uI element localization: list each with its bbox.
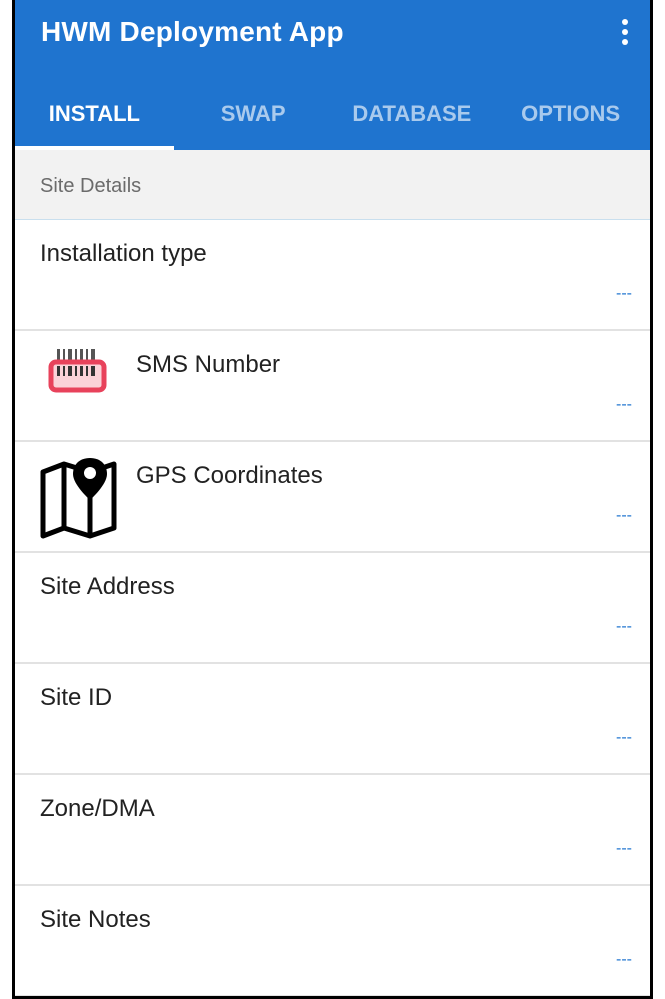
field-label: Site ID (40, 684, 113, 711)
field-label: Site Notes (40, 906, 151, 933)
barcode-scanner-icon (48, 349, 107, 393)
tab-swap[interactable]: SWAP (174, 82, 333, 150)
tab-bar: INSTALL SWAP DATABASE OPTIONS (15, 82, 650, 150)
field-site-notes[interactable]: Site Notes --- (15, 886, 650, 996)
field-label: Zone/DMA (40, 795, 155, 822)
app-bar: HWM Deployment App INSTALL SWAP DATABASE… (15, 0, 650, 150)
field-label: GPS Coordinates (136, 462, 323, 489)
field-installation-type[interactable]: Installation type --- (15, 220, 650, 331)
field-value: --- (616, 507, 632, 524)
app-frame: HWM Deployment App INSTALL SWAP DATABASE… (12, 0, 653, 999)
field-gps-coordinates[interactable]: GPS Coordinates --- (15, 442, 650, 553)
field-site-id[interactable]: Site ID --- (15, 664, 650, 775)
tab-options[interactable]: OPTIONS (491, 82, 650, 150)
field-label: Installation type (40, 240, 207, 267)
menu-dot (622, 19, 628, 25)
site-details-list: Installation type --- SMS Number --- GPS… (15, 220, 650, 996)
app-title: HWM Deployment App (41, 16, 344, 47)
field-zone-dma[interactable]: Zone/DMA --- (15, 775, 650, 886)
field-value: --- (616, 396, 632, 413)
section-title: Site Details (40, 175, 142, 197)
field-label: Site Address (40, 573, 175, 600)
tab-database[interactable]: DATABASE (333, 82, 492, 150)
field-value: --- (616, 729, 632, 746)
field-value: --- (616, 618, 632, 635)
field-value: --- (616, 951, 632, 968)
field-value: --- (616, 840, 632, 857)
field-sms-number[interactable]: SMS Number --- (15, 331, 650, 442)
tab-install[interactable]: INSTALL (15, 82, 174, 150)
section-header: Site Details (15, 150, 650, 220)
field-label: SMS Number (136, 351, 281, 378)
overflow-menu-icon[interactable] (612, 14, 638, 50)
menu-dot (622, 39, 628, 45)
menu-dot (622, 29, 628, 35)
field-site-address[interactable]: Site Address --- (15, 553, 650, 664)
map-pin-icon (40, 458, 117, 539)
field-value: --- (616, 285, 632, 302)
